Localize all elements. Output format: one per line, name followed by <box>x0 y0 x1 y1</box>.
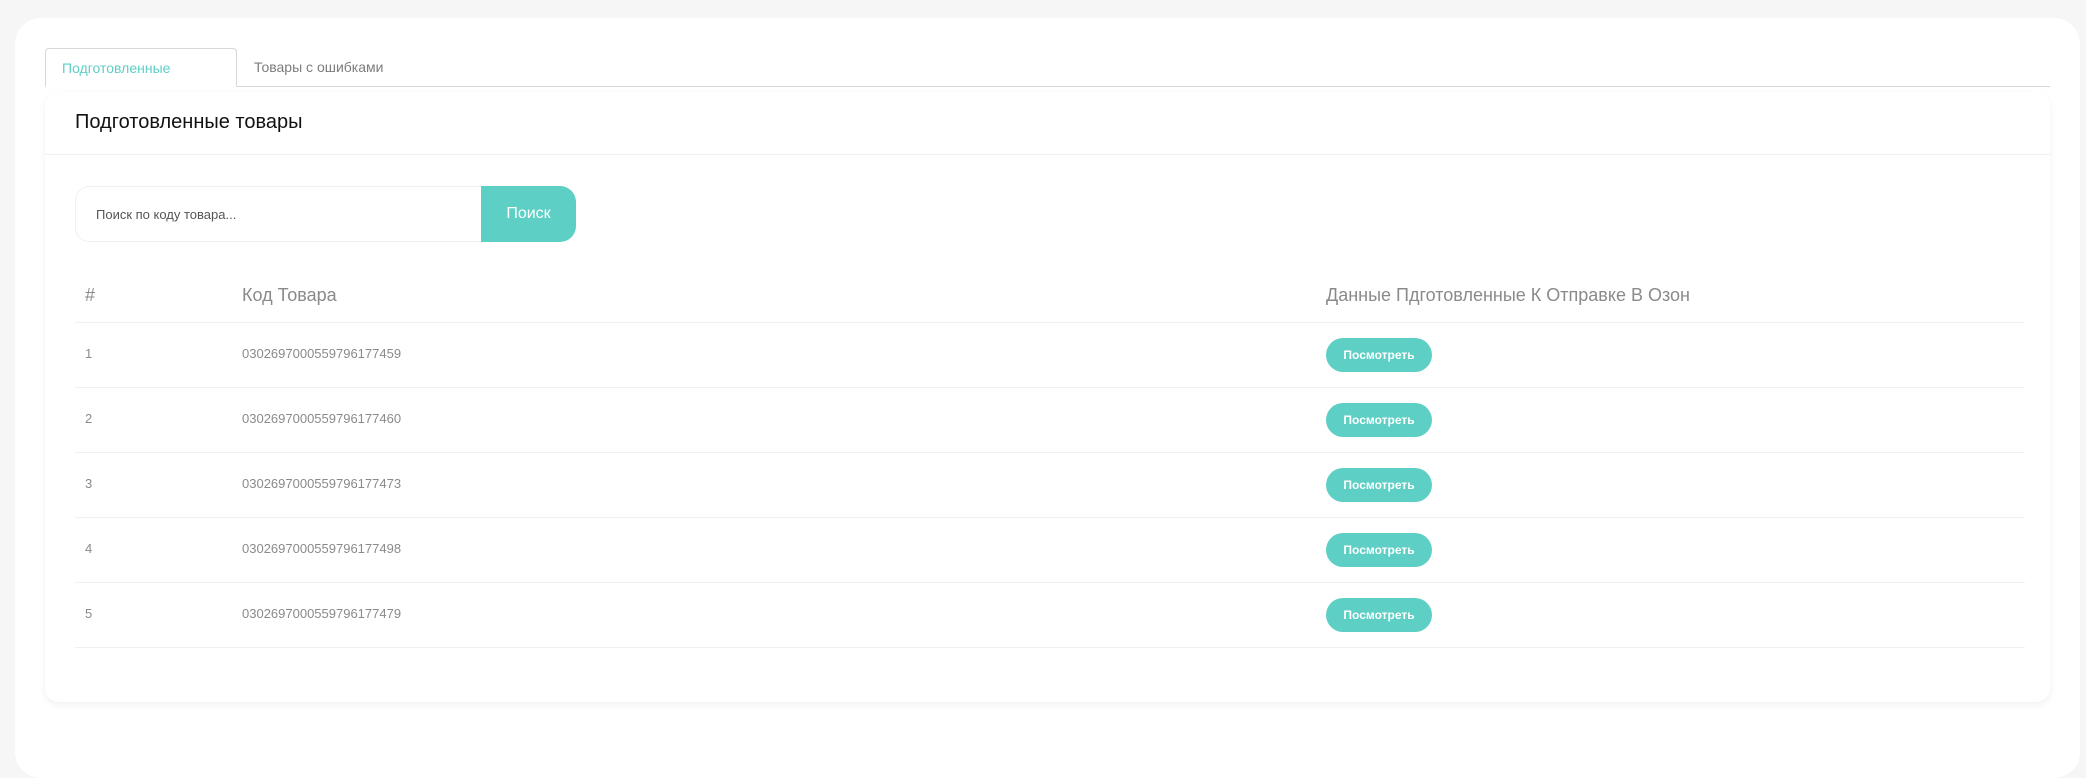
search-bar: Поиск <box>75 186 576 242</box>
table-row: 5 0302697000559796177479 Посмотреть <box>75 583 2025 648</box>
header-number: # <box>85 285 96 305</box>
product-code: 0302697000559796177459 <box>242 346 402 361</box>
table-row: 4 0302697000559796177498 Посмотреть <box>75 518 2025 583</box>
search-input[interactable] <box>75 186 481 242</box>
header-ozon-data: Данные Пдготовленные К Отправке В Озон <box>1326 285 1690 305</box>
row-number: 5 <box>85 606 93 621</box>
row-number: 2 <box>85 411 93 426</box>
table-header: # Код Товара Данные Пдготовленные К Отпр… <box>75 272 2025 323</box>
product-code: 0302697000559796177473 <box>242 476 402 491</box>
table-row: 2 0302697000559796177460 Посмотреть <box>75 388 2025 453</box>
search-button[interactable]: Поиск <box>481 186 576 242</box>
prepared-products-card: Подготовленные товары Поиск # Код Товара… <box>45 92 2050 702</box>
table-row: 3 0302697000559796177473 Посмотреть <box>75 453 2025 518</box>
header-product-code: Код Товара <box>242 285 337 305</box>
tab-error-products[interactable]: Товары с ошибками <box>238 48 399 86</box>
view-button[interactable]: Посмотреть <box>1326 403 1432 437</box>
card-header: Подготовленные товары <box>45 92 2050 155</box>
card-title: Подготовленные товары <box>75 111 303 133</box>
view-button[interactable]: Посмотреть <box>1326 338 1432 372</box>
product-code: 0302697000559796177498 <box>242 541 402 556</box>
tab-prepared-products[interactable]: Подготовленные товары <box>45 48 237 114</box>
table-row: 1 0302697000559796177459 Посмотреть <box>75 323 2025 388</box>
view-button[interactable]: Посмотреть <box>1326 533 1432 567</box>
products-table: # Код Товара Данные Пдготовленные К Отпр… <box>75 272 2025 648</box>
view-button[interactable]: Посмотреть <box>1326 468 1432 502</box>
row-number: 3 <box>85 476 93 491</box>
tab-bar: Подготовленные товары Товары с ошибками <box>45 48 2050 114</box>
view-button[interactable]: Посмотреть <box>1326 598 1432 632</box>
row-number: 1 <box>85 346 93 361</box>
row-number: 4 <box>85 541 93 556</box>
product-code: 0302697000559796177460 <box>242 411 402 426</box>
product-code: 0302697000559796177479 <box>242 606 402 621</box>
